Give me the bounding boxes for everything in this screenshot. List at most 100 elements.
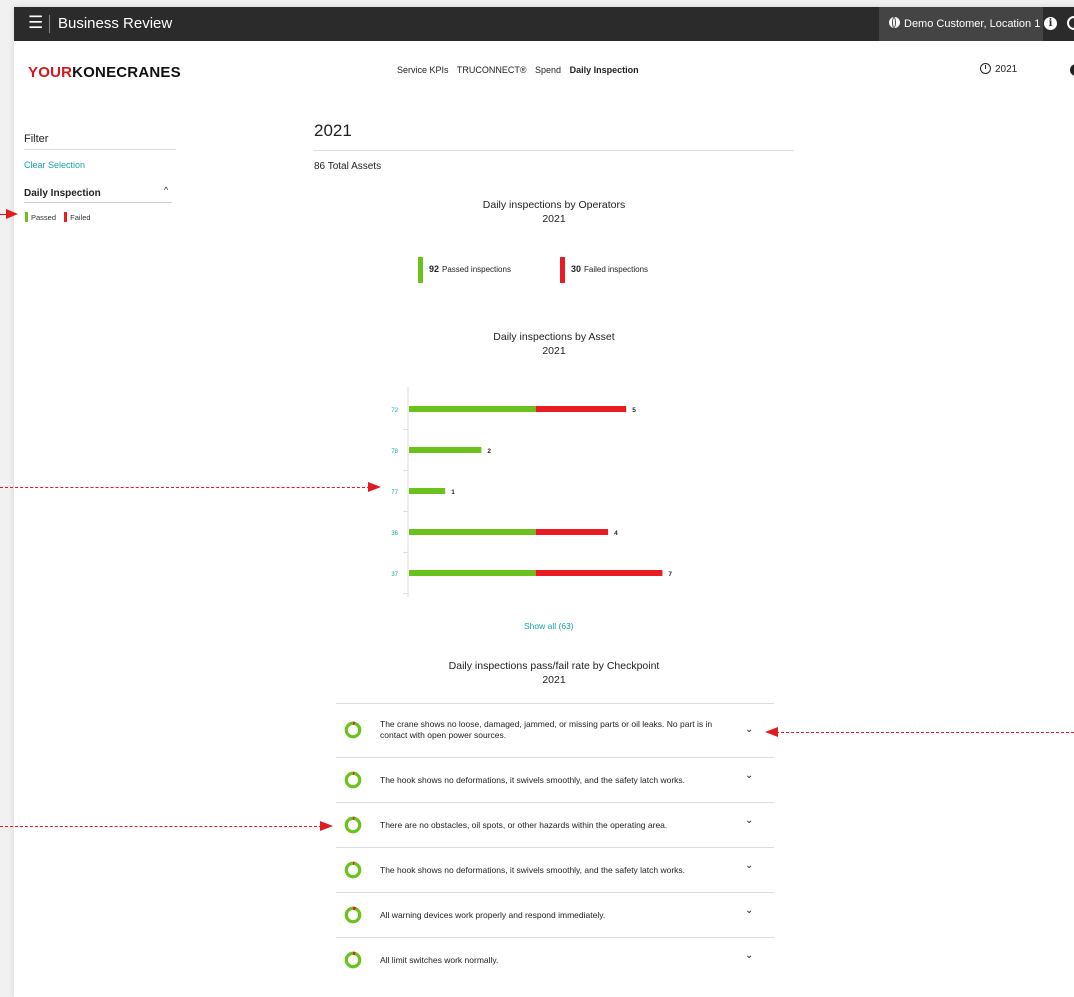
asset-tick-label: 36 <box>391 531 398 537</box>
donut-icon <box>344 906 362 924</box>
checkpoint-text: All warning devices work properly and re… <box>380 910 606 920</box>
operators-chart-title: Daily inspections by Operators 2021 <box>404 198 704 226</box>
filter-failed-label: Failed <box>70 213 91 222</box>
nav-daily-inspection[interactable]: Daily Inspection <box>570 65 639 75</box>
operators-chart-title-text: Daily inspections by Operators <box>482 199 626 211</box>
annotation-arrow-checkpoint <box>0 826 322 827</box>
hamburger-icon[interactable]: ☰ <box>28 13 43 33</box>
daily-inspection-filter-heading[interactable]: Daily Inspection <box>24 188 101 199</box>
passed-label: Passed inspections <box>442 265 511 275</box>
asset-tick-label: 77 <box>391 490 398 496</box>
brand-logo[interactable]: YOURKONECRANES <box>28 64 181 81</box>
checkpoint-text: The hook shows no deformations, it swive… <box>380 865 686 875</box>
show-all-link[interactable]: Show all (63) <box>524 621 574 631</box>
search-icon[interactable] <box>1067 16 1074 30</box>
chevron-down-icon[interactable]: ⌄ <box>745 770 753 781</box>
filter-legend: Passed Failed <box>25 212 97 222</box>
filter-divider <box>24 149 176 150</box>
checkpoint-item[interactable]: The hook shows no deformations, it swive… <box>336 847 774 892</box>
bar-passed <box>409 570 536 576</box>
checkpoint-text: There are no obstacles, oil spots, or ot… <box>380 820 668 830</box>
donut-passed-ring <box>344 721 362 739</box>
bar-data-label: 7 <box>668 571 672 578</box>
asset-chart-title: Daily inspections by Asset 2021 <box>404 330 704 358</box>
nav-spend[interactable]: Spend <box>535 65 561 75</box>
passed-count: 92 <box>429 264 440 275</box>
checkpoint-text: All limit switches work normally. <box>380 955 499 965</box>
checkpoint-text: The hook shows no deformations, it swive… <box>380 775 686 785</box>
app-title: Business Review <box>58 15 173 32</box>
donut-icon <box>344 861 362 879</box>
info-icon[interactable]: i <box>1044 17 1057 30</box>
checkpoint-list: The crane shows no loose, damaged, jamme… <box>336 703 774 982</box>
checkpoint-text: The crane shows no loose, damaged, jamme… <box>380 719 713 740</box>
app-window: ☰ Business Review Demo Customer, Locatio… <box>14 7 1074 997</box>
checkpoint-item[interactable]: All limit switches work normally. ⌄ <box>336 937 774 982</box>
checkpoint-chart-subtitle: 2021 <box>542 674 566 686</box>
checkpoint-item[interactable]: The hook shows no deformations, it swive… <box>336 757 774 802</box>
topbar-divider <box>49 15 50 33</box>
checkpoint-item[interactable]: There are no obstacles, oil spots, or ot… <box>336 802 774 847</box>
page-title: 2021 <box>314 121 352 140</box>
annotation-arrowhead-legend <box>6 209 18 219</box>
annotation-arrowhead-checkpoint <box>320 821 333 831</box>
chevron-up-icon[interactable]: ^ <box>164 185 168 195</box>
asset-bar-chart: 72 5 78 2 77 1 36 4 37 7 <box>391 387 672 597</box>
title-divider <box>314 150 794 151</box>
annotation-arrowhead-expand <box>765 727 778 737</box>
annotation-arrow-asset <box>0 487 370 488</box>
failed-summary: 30 Failed inspections <box>560 257 648 283</box>
bar-data-label: 2 <box>487 448 491 455</box>
donut-icon <box>344 816 362 834</box>
filter-passed[interactable]: Passed <box>25 212 57 222</box>
checkpoint-item[interactable]: All warning devices work properly and re… <box>336 892 774 937</box>
bar-failed <box>535 406 627 412</box>
customer-selector[interactable]: Demo Customer, Location 1 <box>879 7 1043 41</box>
bar-data-label: 1 <box>451 489 455 496</box>
nav-service-kpis[interactable]: Service KPIs <box>397 65 449 75</box>
customer-label: Demo Customer, Location 1 <box>904 18 1041 30</box>
checkpoint-chart-title-text: Daily inspections pass/fail rate by Chec… <box>448 660 660 672</box>
donut-passed-ring <box>344 906 362 924</box>
filter-passed-label: Passed <box>31 213 57 222</box>
globe-icon <box>889 17 900 28</box>
operators-chart-subtitle: 2021 <box>542 213 566 225</box>
main-nav: Service KPIs TRUCONNECT® Spend Daily Ins… <box>397 65 645 75</box>
year-selector[interactable]: 2021 <box>980 63 1017 75</box>
bar-passed <box>409 488 446 494</box>
bar-passed <box>409 447 482 453</box>
filter-section-divider <box>24 202 172 203</box>
nav-truconnect[interactable]: TRUCONNECT® <box>457 65 527 75</box>
filter-failed[interactable]: Failed <box>64 212 91 222</box>
bar-data-label: 5 <box>632 407 636 414</box>
chevron-down-icon[interactable]: ⌄ <box>745 860 753 871</box>
user-icon[interactable] <box>1070 64 1074 76</box>
chevron-down-icon[interactable]: ⌄ <box>745 905 753 916</box>
failed-count: 30 <box>571 264 582 275</box>
asset-tick-label: 78 <box>391 449 398 455</box>
passed-summary: 92 Passed inspections <box>418 257 511 283</box>
donut-icon <box>344 771 362 789</box>
chevron-down-icon[interactable]: ⌄ <box>745 950 753 961</box>
donut-passed-ring <box>344 861 362 879</box>
asset-tick-label: 37 <box>391 572 398 578</box>
annotation-arrowhead-asset <box>368 482 381 492</box>
failed-label: Failed inspections <box>584 265 649 275</box>
annotation-arrow-expand <box>776 732 1074 733</box>
bar-passed <box>409 529 536 535</box>
chevron-down-icon[interactable]: ⌄ <box>745 815 753 826</box>
brand-logo-konecranes: KONECRANES <box>72 64 181 81</box>
clock-icon <box>980 63 991 74</box>
failed-summary-bar <box>560 257 565 283</box>
asset-chart-title-text: Daily inspections by Asset <box>493 331 615 343</box>
asset-tick-label: 72 <box>391 408 398 414</box>
year-selector-label: 2021 <box>995 64 1018 75</box>
passed-summary-bar <box>418 257 423 283</box>
failed-chip <box>64 212 68 222</box>
passed-chip <box>25 212 28 222</box>
clear-selection-link[interactable]: Clear Selection <box>24 160 85 170</box>
checkpoint-item[interactable]: The crane shows no loose, damaged, jamme… <box>336 703 774 757</box>
bar-failed <box>535 570 663 576</box>
donut-passed-ring <box>344 816 362 834</box>
chevron-down-icon[interactable]: ⌄ <box>745 724 753 735</box>
